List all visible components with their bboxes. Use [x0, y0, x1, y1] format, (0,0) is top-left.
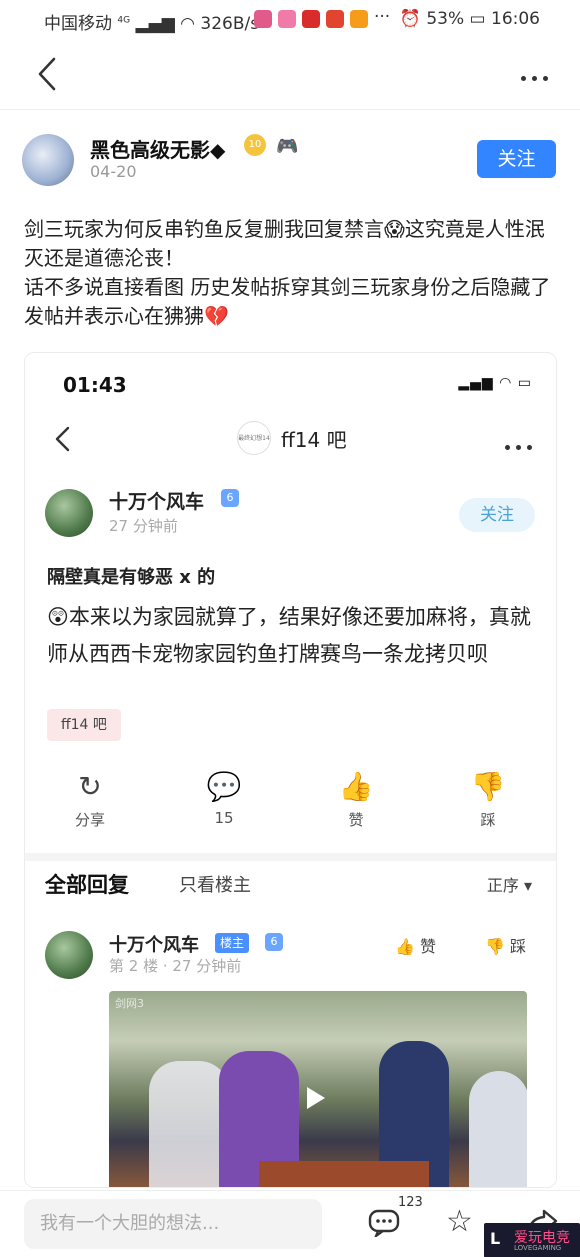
clock: 16:06: [491, 9, 540, 29]
video-figure: [149, 1061, 229, 1187]
star-icon[interactable]: ☆: [446, 1205, 473, 1239]
comment-action: 💬 15: [189, 770, 259, 828]
video-mahjong-table: [259, 1161, 429, 1187]
caret-down-icon: ▾: [523, 876, 532, 895]
carrier-label: 中国移动: [44, 14, 112, 34]
comment-icon[interactable]: [368, 1209, 400, 1237]
dislike-action: 👎 踩: [453, 771, 523, 830]
all-replies-tab: 全部回复: [45, 873, 129, 897]
alarm-icon: ⏰: [399, 9, 421, 29]
share-label: 分享: [74, 811, 105, 829]
owner-tag: 楼主: [215, 933, 250, 953]
sort-selector: 正序 ▾: [487, 872, 532, 896]
thumbs-up-icon: 👍: [338, 770, 374, 803]
battery-percent: 53%: [426, 9, 465, 29]
wifi-icon: ◠: [180, 14, 195, 34]
signal-icon: ▂▄▆: [135, 14, 175, 34]
thumbs-down-icon: 👎: [470, 770, 506, 803]
forum-tag: ff14 吧: [47, 709, 121, 741]
screenshot-clock: 01:43: [63, 373, 127, 397]
reply-like: 👍 赞: [395, 933, 436, 957]
comment-count: 15: [214, 809, 234, 827]
app-icon: [326, 10, 344, 28]
op-follow-button: 关注: [459, 498, 535, 532]
site-watermark: L 爱玩电竞 LOVEGAMING: [484, 1223, 580, 1257]
follow-button[interactable]: 关注: [477, 140, 556, 178]
reply-meta: 第 2 楼 · 27 分钟前: [109, 957, 242, 975]
screenshot-status-icons: ▂▄▆ ◠ ▭: [458, 375, 532, 391]
status-bar: 中国移动 4G ▂▄▆ ◠ 326B/s ··· ⏰ 53% ▭ 16:06: [0, 0, 580, 40]
network-type: 4G: [117, 15, 131, 26]
play-icon: [307, 1087, 325, 1109]
op-post-title: 隔壁真是有够恶 x 的: [47, 567, 216, 588]
reply-author: 十万个风车: [109, 935, 199, 956]
level-badge: 6: [221, 489, 239, 507]
op-post-body: 😲本来以为家园就算了，结果好像还要加麻将，真就师从西西卡宠物家园钓鱼打牌赛鸟一条…: [47, 605, 531, 666]
chevron-left-icon[interactable]: [34, 56, 64, 92]
thumbs-up-icon: 👍: [395, 937, 415, 956]
battery-icon: ▭: [469, 9, 486, 29]
status-right: ⏰ 53% ▭ 16:06: [400, 9, 540, 29]
share-action: ↻ 分享: [55, 771, 125, 830]
app-icon: [254, 10, 272, 28]
comment-input[interactable]: 我有一个大胆的想法...: [24, 1199, 322, 1249]
forum-title: ff14 吧: [281, 428, 347, 452]
dislike-label: 踩: [480, 811, 496, 829]
network-speed: 326B/s: [200, 14, 260, 34]
op-avatar: [45, 489, 93, 537]
comment-icon: 💬: [206, 770, 242, 803]
only-host-tab: 只看楼主: [179, 875, 251, 896]
post-text-line: 话不多说直接看图 历史发帖拆穿其剑三玩家身份之后隐藏了发帖并表示心在狒狒💔: [24, 275, 551, 328]
reply-like-label: 赞: [420, 937, 437, 956]
post-date: 04-20: [90, 162, 137, 181]
app-icon: [278, 10, 296, 28]
op-name: 十万个风车: [109, 491, 205, 513]
author-avatar[interactable]: [22, 134, 74, 186]
reply-avatar: [45, 931, 93, 979]
post-text-line: 剑三玩家为何反串钓鱼反复删我回复禁言😱这究竟是人性泯灭还是道德沦丧！: [24, 217, 545, 270]
op-time: 27 分钟前: [109, 517, 178, 535]
gamepad-icon: 🎮: [276, 136, 299, 157]
status-left: 中国移动 4G ▂▄▆ ◠ 326B/s: [44, 9, 259, 34]
more-dots-icon[interactable]: [515, 66, 548, 85]
chevron-left-icon: [55, 426, 70, 452]
bottom-bar: 我有一个大胆的想法... 123 ☆ L 爱玩电竞 LOVEGAMING: [0, 1190, 580, 1257]
more-dots-icon: [499, 435, 532, 454]
sort-label: 正序: [486, 876, 519, 895]
app-icon: [350, 10, 368, 28]
forum-logo: 最终幻想14: [237, 421, 271, 455]
thumbs-down-icon: 👎: [485, 937, 505, 956]
author-name[interactable]: 黑色高级无影◆: [90, 134, 225, 163]
notification-app-icons: ···: [254, 7, 391, 28]
level-badge: 10: [244, 134, 266, 156]
level-badge: 6: [265, 933, 283, 951]
reply-dislike: 👎 踩: [485, 933, 526, 957]
reply-dislike-label: 踩: [510, 937, 527, 956]
more-notifications-icon: ···: [374, 7, 391, 27]
share-icon: ↻: [78, 770, 102, 803]
app-icon: [302, 10, 320, 28]
comment-count-badge: 123: [398, 1195, 423, 1210]
like-label: 赞: [348, 811, 364, 829]
game-watermark: 剑网3: [115, 997, 144, 1010]
reply-video: 剑网3: [109, 991, 527, 1187]
video-figure: [469, 1071, 527, 1187]
section-divider: [25, 853, 556, 861]
post-body: 剑三玩家为何反串钓鱼反复删我回复禁言😱这究竟是人性泯灭还是道德沦丧！ 话不多说直…: [24, 215, 556, 331]
top-nav: [0, 40, 580, 110]
like-action: 👍 赞: [321, 771, 391, 830]
embedded-screenshot[interactable]: 01:43 ▂▄▆ ◠ ▭ 最终幻想14 ff14 吧 十万个风车 6 27 分…: [24, 352, 557, 1188]
